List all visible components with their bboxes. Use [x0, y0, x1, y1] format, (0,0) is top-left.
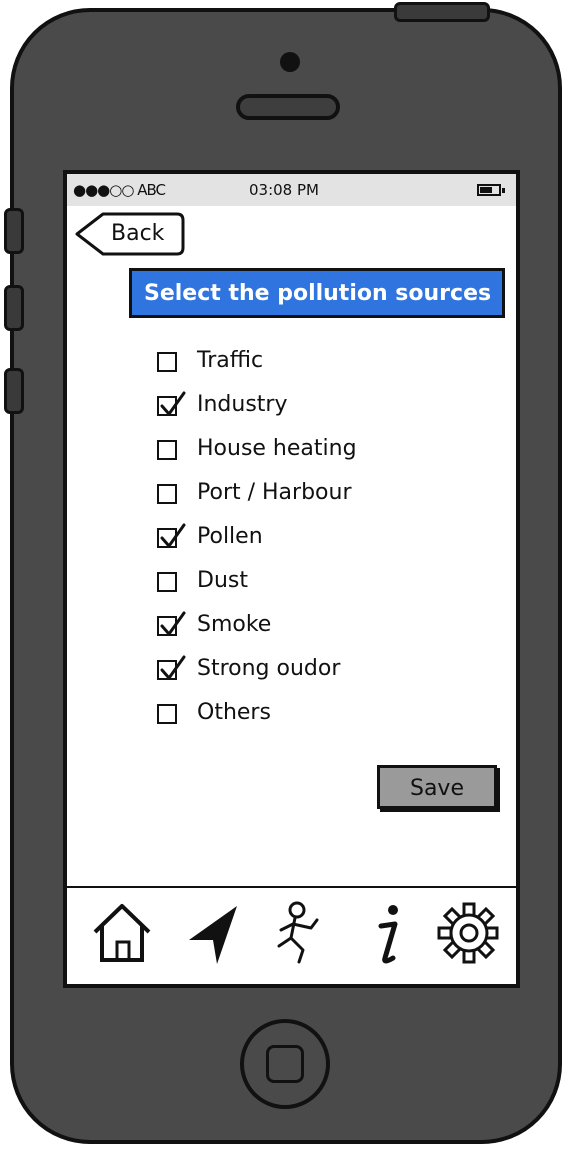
home-square-icon — [266, 1045, 304, 1083]
save-button-label: Save — [409, 776, 464, 801]
battery-icon — [477, 184, 505, 196]
checkbox-unchecked[interactable] — [157, 352, 177, 372]
pollution-option[interactable]: House heating — [157, 434, 457, 470]
pollution-option[interactable]: Dust — [157, 566, 457, 602]
tab-navigation[interactable] — [179, 898, 249, 968]
back-button[interactable]: Back — [73, 210, 187, 258]
home-icon — [93, 904, 151, 962]
tab-info[interactable] — [353, 898, 423, 968]
back-button-label: Back — [111, 221, 165, 246]
tab-activity[interactable] — [267, 898, 337, 968]
running-person-icon — [277, 901, 319, 964]
tab-bar-divider — [67, 886, 516, 888]
home-hardware-button[interactable] — [240, 1019, 330, 1109]
pollution-option-label: Pollen — [197, 524, 263, 549]
info-icon — [378, 905, 398, 964]
pollution-option[interactable]: Strong oudor — [157, 654, 457, 690]
tab-settings[interactable] — [433, 898, 503, 968]
save-button[interactable]: Save — [377, 765, 497, 809]
status-bar: ●●●○○ ABC 03:08 PM — [67, 174, 516, 206]
earpiece-speaker — [236, 94, 340, 120]
mute-switch — [4, 208, 24, 254]
status-time: 03:08 PM — [249, 181, 319, 199]
checkmark-icon — [160, 391, 186, 416]
volume-up-button — [4, 285, 24, 331]
checkbox-unchecked[interactable] — [157, 572, 177, 592]
page-title: Select the pollution sources — [144, 281, 492, 306]
checkmark-icon — [160, 655, 186, 680]
carrier-signal: ●●●○○ ABC — [73, 181, 166, 199]
pollution-option-label: Traffic — [197, 348, 264, 373]
checkmark-icon — [160, 611, 186, 636]
pollution-option-label: Strong oudor — [197, 656, 341, 681]
screen: ●●●○○ ABC 03:08 PM Back Select the pollu… — [63, 170, 520, 988]
pollution-option-label: House heating — [197, 436, 357, 461]
volume-down-button — [4, 368, 24, 414]
checkbox-unchecked[interactable] — [157, 440, 177, 460]
power-button — [394, 2, 490, 22]
navigation-arrow-icon — [189, 906, 237, 964]
pollution-option-label: Industry — [197, 392, 288, 417]
pollution-option-label: Others — [197, 700, 271, 725]
pollution-option[interactable]: Industry — [157, 390, 457, 426]
pollution-option[interactable]: Traffic — [157, 346, 457, 382]
pollution-option[interactable]: Pollen — [157, 522, 457, 558]
checkbox-checked[interactable] — [157, 611, 186, 636]
checkbox-checked[interactable] — [157, 655, 186, 680]
pollution-option-label: Port / Harbour — [197, 480, 352, 505]
gear-icon — [437, 902, 499, 964]
checkbox-checked[interactable] — [157, 391, 186, 416]
tab-home[interactable] — [87, 898, 157, 968]
pollution-option[interactable]: Others — [157, 698, 457, 734]
checkbox-unchecked[interactable] — [157, 704, 177, 724]
checkbox-checked[interactable] — [157, 523, 186, 548]
checkbox-unchecked[interactable] — [157, 484, 177, 504]
front-camera — [280, 52, 300, 72]
pollution-option-label: Dust — [197, 568, 248, 593]
page-title-bar: Select the pollution sources — [129, 268, 505, 318]
pollution-option-label: Smoke — [197, 612, 272, 637]
pollution-option[interactable]: Port / Harbour — [157, 478, 457, 514]
pollution-option[interactable]: Smoke — [157, 610, 457, 646]
checkmark-icon — [160, 523, 186, 548]
